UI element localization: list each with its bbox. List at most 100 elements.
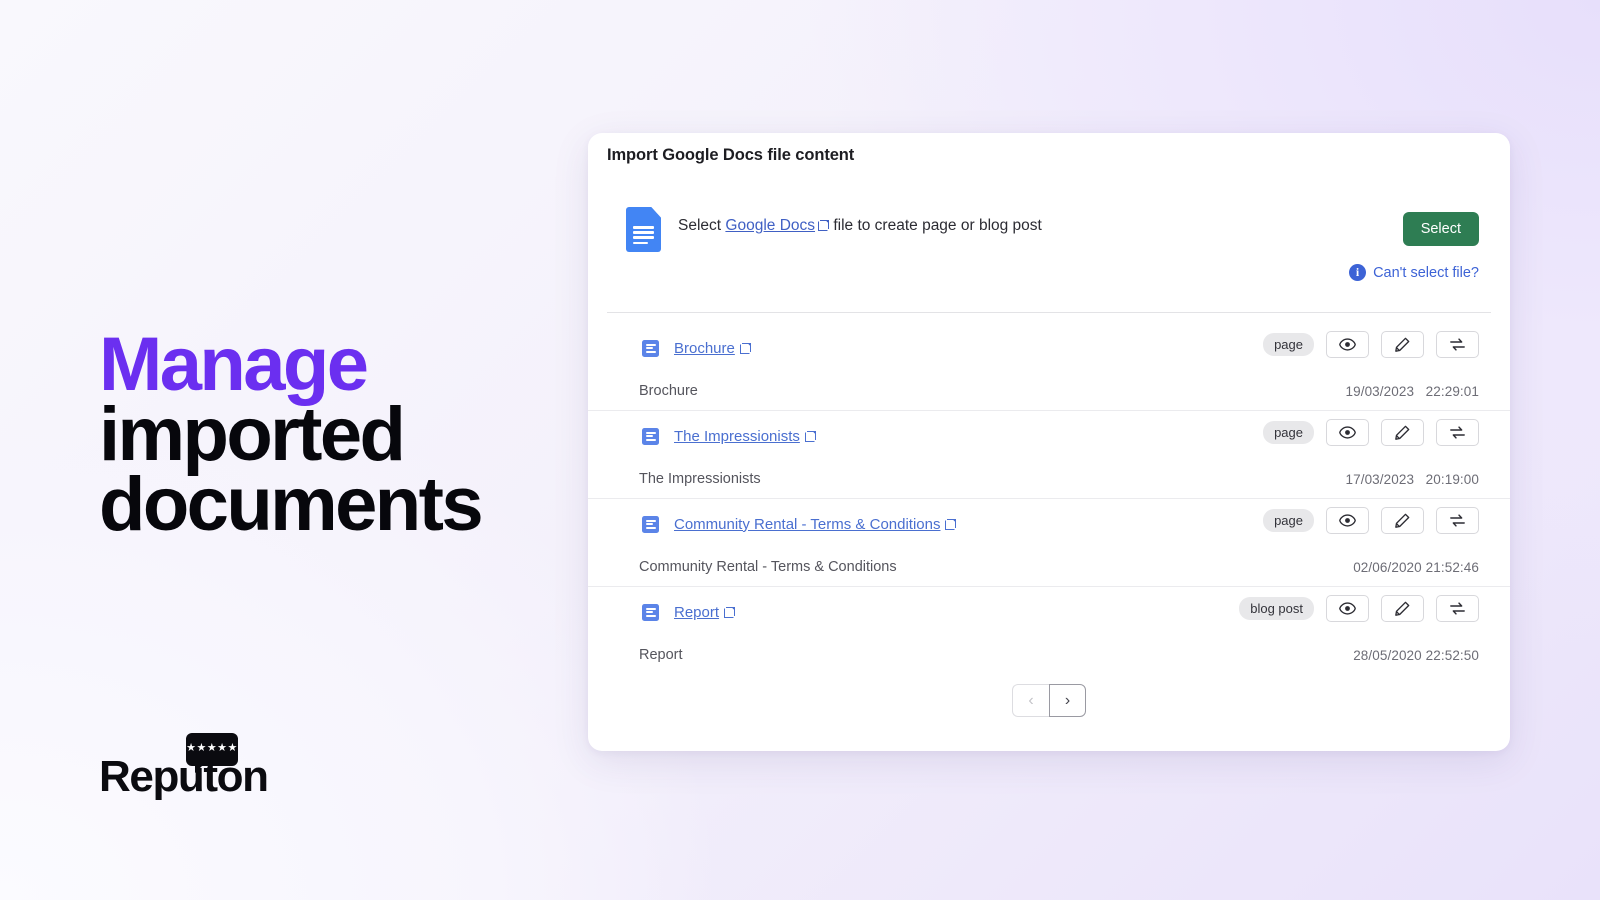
sync-button[interactable]: [1436, 331, 1479, 358]
status-badge: page: [1263, 509, 1314, 532]
document-icon: [642, 515, 659, 533]
row-secondary: Report 28/05/2020 22:52:50: [607, 637, 1491, 673]
document-icon: [642, 603, 659, 621]
external-link-icon: [804, 430, 816, 442]
pencil-icon: [1395, 513, 1410, 528]
row-action-group: page: [1263, 507, 1479, 534]
select-button[interactable]: Select: [1402, 212, 1479, 246]
external-link-icon: [945, 518, 957, 530]
pencil-icon: [1395, 601, 1410, 616]
edit-button[interactable]: [1381, 507, 1424, 534]
headline-line-3: documents: [99, 461, 484, 547]
row-primary: Community Rental - Terms & Conditions pa…: [607, 499, 1491, 549]
select-instruction: Select Google Docs file to create page o…: [678, 217, 1042, 235]
sync-button[interactable]: [1436, 507, 1479, 534]
table-row: The Impressionists page The Impressionis…: [588, 411, 1510, 499]
document-name: Community Rental - Terms & Conditions: [639, 559, 897, 575]
select-prompt-after: file to create page or blog post: [833, 217, 1042, 234]
sync-button[interactable]: [1436, 595, 1479, 622]
row-action-group: page: [1263, 419, 1479, 446]
pencil-icon: [1395, 425, 1410, 440]
document-icon: [642, 339, 659, 357]
status-badge: page: [1263, 421, 1314, 444]
cant-select-file-label: Can't select file?: [1373, 264, 1479, 281]
document-time: 22:52:50: [1425, 647, 1479, 663]
document-link-label: Community Rental - Terms & Conditions: [674, 515, 941, 533]
document-link[interactable]: Report: [674, 604, 719, 621]
google-docs-link-label: Google Docs: [725, 217, 816, 234]
sync-icon: [1450, 338, 1465, 351]
select-prompt-before: Select: [678, 217, 722, 234]
headline-accent-line: Manage: [99, 322, 369, 407]
view-button[interactable]: [1326, 419, 1369, 446]
document-link[interactable]: Brochure: [674, 340, 735, 357]
edit-button[interactable]: [1381, 595, 1424, 622]
cant-select-file-link[interactable]: i Can't select file?: [1349, 264, 1479, 281]
eye-icon: [1339, 426, 1356, 439]
reputon-logo: ★★★★★ Reputon: [99, 733, 399, 803]
row-action-group: blog post: [1239, 595, 1479, 622]
view-button[interactable]: [1326, 331, 1369, 358]
header-divider: [607, 312, 1491, 313]
view-button[interactable]: [1326, 507, 1369, 534]
google-docs-fold: [651, 207, 661, 218]
sync-icon: [1450, 426, 1465, 439]
document-time: 21:52:46: [1425, 559, 1479, 575]
hero-headline: Manage imported documents: [99, 322, 569, 547]
document-name: The Impressionists: [639, 471, 761, 487]
document-timestamp: 19/03/2023 22:29:01: [1346, 384, 1480, 399]
document-timestamp: 17/03/2023 20:19:00: [1346, 472, 1480, 487]
eye-icon: [1339, 602, 1356, 615]
document-date: 17/03/2023: [1345, 471, 1415, 487]
document-date: 28/05/2020: [1353, 647, 1422, 663]
document-date: 02/06/2020: [1353, 559, 1422, 575]
row-secondary: Brochure 19/03/2023 22:29:01: [607, 373, 1491, 409]
row-secondary: The Impressionists 17/03/2023 20:19:00: [607, 461, 1491, 497]
document-link-label: The Impressionists: [674, 427, 800, 445]
row-primary: Brochure page: [607, 323, 1491, 373]
sync-icon: [1450, 602, 1465, 615]
google-docs-lines: [633, 226, 654, 247]
google-docs-link[interactable]: Google Docs: [725, 217, 815, 234]
sync-button[interactable]: [1436, 419, 1479, 446]
pagination-prev-button[interactable]: ‹: [1012, 684, 1049, 717]
row-action-group: page: [1263, 331, 1479, 358]
document-timestamp: 28/05/2020 22:52:50: [1353, 648, 1479, 663]
external-link-icon: [724, 606, 736, 618]
headline-text: Manage imported documents: [99, 322, 569, 547]
document-link-label: Report: [674, 603, 720, 621]
pencil-icon: [1395, 337, 1410, 352]
view-button[interactable]: [1326, 595, 1369, 622]
document-link[interactable]: Community Rental - Terms & Conditions: [674, 516, 940, 533]
document-name: Report: [639, 647, 683, 663]
pager-group: ‹ ›: [1012, 684, 1086, 717]
external-link-icon: [818, 220, 830, 231]
edit-button[interactable]: [1381, 331, 1424, 358]
row-primary: Report blog post: [607, 587, 1491, 637]
info-icon: i: [1349, 264, 1367, 281]
table-row: Brochure page Brochure 19/03/2023 22:29:…: [588, 323, 1510, 411]
edit-button[interactable]: [1381, 419, 1424, 446]
external-link-icon: [739, 342, 751, 354]
row-secondary: Community Rental - Terms & Conditions 02…: [607, 549, 1491, 585]
import-card: Import Google Docs file content Select G…: [588, 133, 1510, 751]
status-badge: blog post: [1239, 597, 1314, 620]
document-time: 22:29:01: [1425, 383, 1479, 399]
google-docs-icon: [626, 207, 661, 252]
pagination: ‹ ›: [588, 684, 1510, 717]
document-time: 20:19:00: [1425, 471, 1479, 487]
documents-list: Brochure page Brochure 19/03/2023 22:29:…: [588, 323, 1510, 675]
brand-name: Reputon: [99, 752, 269, 801]
pagination-next-button[interactable]: ›: [1049, 684, 1086, 717]
document-date: 19/03/2023: [1345, 383, 1415, 399]
table-row: Report blog post Report 28/05/2020 22:52…: [588, 587, 1510, 675]
document-icon: [642, 427, 659, 445]
sync-icon: [1450, 514, 1465, 527]
eye-icon: [1339, 338, 1356, 351]
page-title: Import Google Docs file content: [607, 146, 855, 164]
row-primary: The Impressionists page: [607, 411, 1491, 461]
document-name: Brochure: [639, 383, 698, 399]
eye-icon: [1339, 514, 1356, 527]
document-link[interactable]: The Impressionists: [674, 428, 800, 445]
table-row: Community Rental - Terms & Conditions pa…: [588, 499, 1510, 587]
